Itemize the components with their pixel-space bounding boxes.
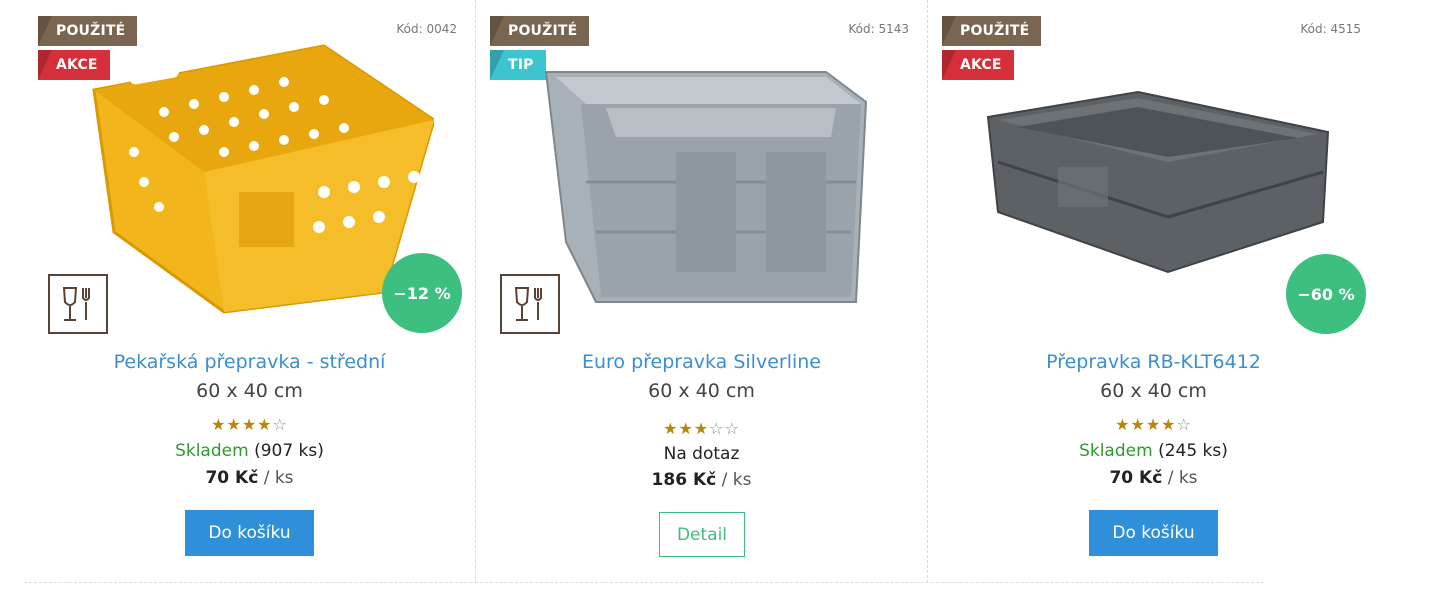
product-size: 60 x 40 cm bbox=[196, 380, 303, 402]
product-title-link[interactable]: Pekařská přepravka - střední bbox=[24, 351, 475, 373]
product-grid: POUŽITÉ AKCE Kód: 0042 −12 % Pekařská př… bbox=[24, 0, 1366, 589]
product-code: Kód: 5143 bbox=[848, 22, 909, 36]
stock-count: (245 ks) bbox=[1158, 441, 1228, 461]
stock-info: Skladem (245 ks) bbox=[928, 441, 1379, 461]
stock-count: (907 ks) bbox=[254, 441, 324, 461]
stock-info: Na dotaz bbox=[663, 444, 740, 464]
price-value: 186 Kč bbox=[651, 470, 717, 490]
rating-stars: ★★★★☆ bbox=[1115, 415, 1192, 434]
food-safe-icon bbox=[48, 274, 108, 334]
stock-status: Skladem bbox=[175, 441, 249, 461]
stock-info: Skladem (907 ks) bbox=[24, 441, 475, 461]
product-card[interactable]: POUŽITÉ AKCE Kód: 4515 −60 % Přepravka R… bbox=[927, 0, 1379, 583]
product-image[interactable] bbox=[74, 42, 434, 322]
price-value: 70 Kč bbox=[1109, 468, 1163, 488]
price-unit: / ks bbox=[263, 468, 294, 488]
product-image[interactable] bbox=[978, 42, 1338, 322]
product-size: 60 x 40 cm bbox=[1100, 380, 1207, 402]
price-unit: / ks bbox=[721, 470, 752, 490]
price-unit: / ks bbox=[1167, 468, 1198, 488]
add-to-cart-button[interactable]: Do košíku bbox=[185, 510, 314, 556]
rating-stars: ★★★☆☆ bbox=[663, 419, 740, 438]
product-title-link[interactable]: Euro přepravka Silverline bbox=[476, 351, 927, 373]
discount-badge: −60 % bbox=[1286, 254, 1366, 334]
price: 70 Kč / ks bbox=[24, 468, 475, 488]
stock-status: Skladem bbox=[1079, 441, 1153, 461]
product-card[interactable]: POUŽITÉ AKCE Kód: 0042 −12 % Pekařská př… bbox=[24, 0, 475, 583]
discount-badge: −12 % bbox=[382, 253, 462, 333]
price: 186 Kč / ks bbox=[476, 470, 927, 490]
rating-stars: ★★★★☆ bbox=[211, 415, 288, 434]
product-code: Kód: 4515 bbox=[1300, 22, 1361, 36]
food-safe-icon bbox=[500, 274, 560, 334]
product-card[interactable]: POUŽITÉ TIP Kód: 5143 Euro přepravka Sil… bbox=[475, 0, 927, 583]
price: 70 Kč / ks bbox=[928, 468, 1379, 488]
grid-divider bbox=[24, 582, 1264, 583]
product-title-link[interactable]: Přepravka RB-KLT6412 bbox=[928, 351, 1379, 373]
price-value: 70 Kč bbox=[205, 468, 259, 488]
product-size: 60 x 40 cm bbox=[648, 380, 755, 402]
detail-button[interactable]: Detail bbox=[659, 512, 745, 557]
product-image[interactable] bbox=[526, 42, 886, 322]
add-to-cart-button[interactable]: Do košíku bbox=[1089, 510, 1218, 556]
product-code: Kód: 0042 bbox=[396, 22, 457, 36]
